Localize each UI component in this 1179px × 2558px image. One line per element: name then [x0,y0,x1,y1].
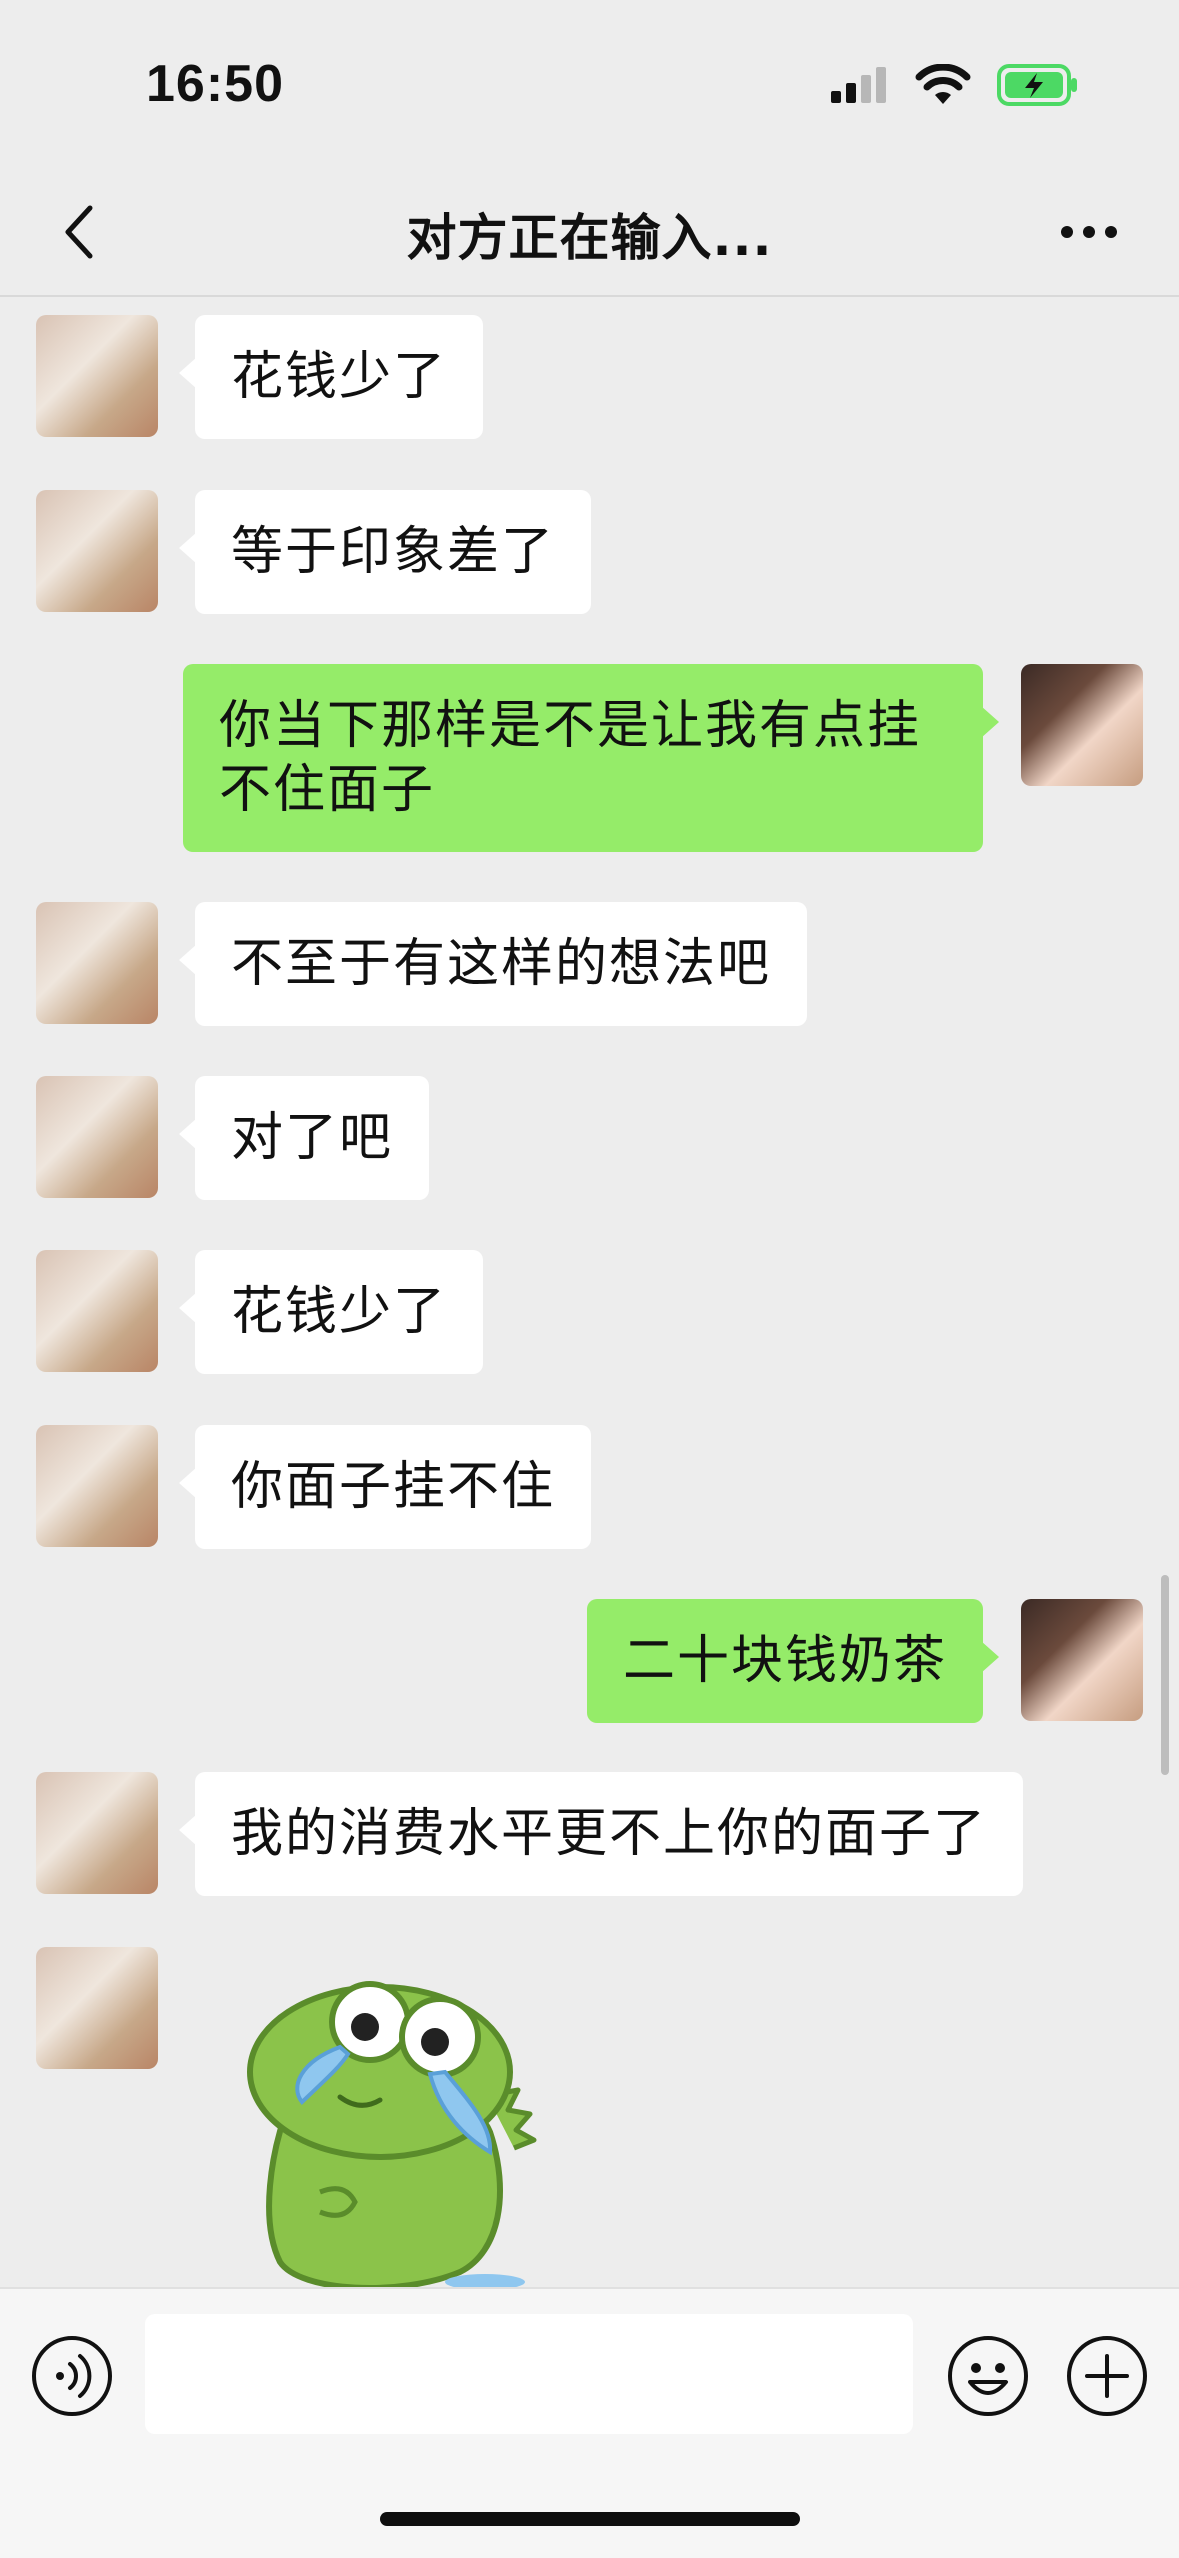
incoming-message-bubble[interactable]: 我的消费水平更不上你的面子了 [178,1772,1024,1896]
contact-avatar[interactable] [36,1076,158,1198]
contact-avatar[interactable] [36,1425,158,1547]
battery-icon [997,63,1079,111]
contact-avatar[interactable] [36,490,158,612]
nav-bar: 对方正在输入... [0,170,1179,297]
voice-icon[interactable] [30,2334,114,2418]
my-avatar[interactable] [1021,1599,1143,1721]
contact-avatar[interactable] [36,902,158,1024]
home-indicator[interactable] [380,2512,800,2526]
contact-avatar[interactable] [36,1947,158,2069]
message-input[interactable] [145,2314,913,2434]
incoming-message-bubble[interactable]: 花钱少了 [178,1250,484,1374]
scrollbar[interactable] [1161,1575,1169,1775]
plus-icon[interactable] [1065,2334,1149,2418]
signal-icon [829,65,889,109]
emoji-icon[interactable] [946,2334,1030,2418]
incoming-message-bubble[interactable]: 对了吧 [178,1076,430,1200]
contact-avatar[interactable] [36,1250,158,1372]
incoming-message-bubble[interactable]: 花钱少了 [178,315,484,439]
crying-frog-sticker[interactable] [230,1962,570,2287]
outgoing-message-bubble[interactable]: 二十块钱奶茶 [586,1599,1000,1723]
incoming-message-bubble[interactable]: 你面子挂不住 [178,1425,592,1549]
input-bar [0,2287,1179,2558]
chat-title: 对方正在输入... [406,209,773,267]
contact-avatar[interactable] [36,1772,158,1894]
incoming-message-bubble[interactable]: 等于印象差了 [178,490,592,614]
contact-avatar[interactable] [36,315,158,437]
status-time: 16:50 [146,55,284,113]
chat-area[interactable]: 花钱少了 等于印象差了 你当下那样是不是让我有点挂不住面子 不至于有这样的想法吧… [0,297,1179,2287]
status-icons [829,62,1079,112]
my-avatar[interactable] [1021,664,1143,786]
incoming-message-bubble[interactable]: 不至于有这样的想法吧 [178,902,808,1026]
wifi-icon [915,63,971,110]
status-bar: 16:50 [0,0,1179,170]
more-icon[interactable] [1039,192,1139,272]
outgoing-message-bubble[interactable]: 你当下那样是不是让我有点挂不住面子 [183,664,999,852]
